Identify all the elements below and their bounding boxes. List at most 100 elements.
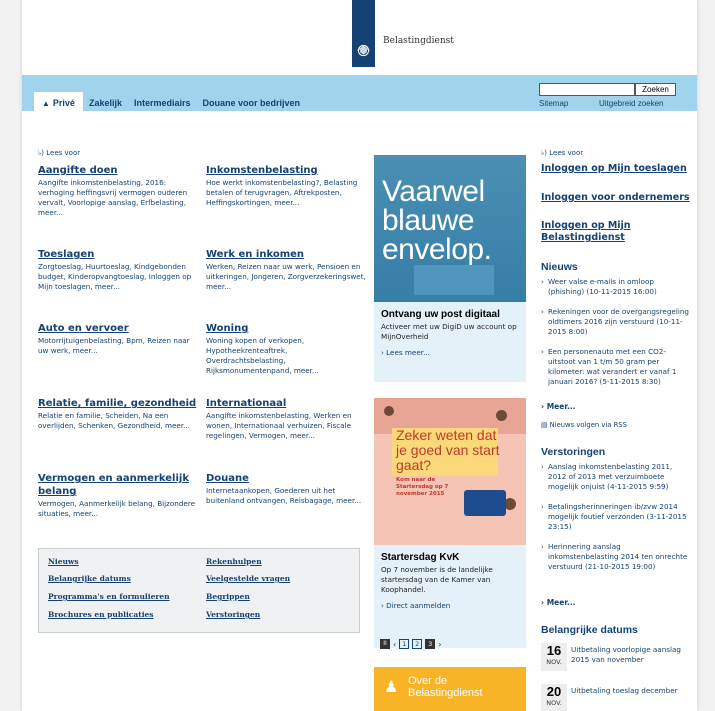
prev-arrow-icon[interactable]: ‹ [393,640,396,649]
news-item[interactable]: Weer valse e-mails in omloop (phishing) … [541,277,691,297]
news-item[interactable]: Rekeningen voor de overgangsregeling old… [541,307,691,337]
read-aloud-link[interactable]: ♭) Lees voor [38,149,80,157]
quick-link-begrippen[interactable]: Begrippen [206,592,250,601]
quick-link-vragen[interactable]: Veelgestelde vragen [206,574,290,583]
envelope-shape [414,265,494,295]
promo-text: Activeer met uw DigiD uw account op Mijn… [381,322,517,341]
login-ondernemers-link[interactable]: Inloggen voor ondernemers [541,192,691,204]
more-label: Meer... [546,598,576,607]
dates-heading: Belangrijke datums [541,624,638,636]
pause-button[interactable]: II [380,639,390,649]
block-toeslagen: Toeslagen Zorgtoeslag, Huurtoeslag, Kind… [38,248,200,292]
outages-more-link[interactable]: › Meer... [541,598,576,607]
outage-item[interactable]: Betalingsherinneringen ib/zvw 2014 mogel… [541,502,691,532]
read-aloud-label: Lees voor [549,149,584,157]
block-title[interactable]: Internationaal [206,397,368,410]
block-text: Vermogen, Aanmerkelijk belang, Bijzonder… [38,499,196,518]
date-text[interactable]: Uitbetaling toeslag december [571,686,691,696]
carousel-page-3[interactable]: 3 [425,639,436,649]
block-title[interactable]: Toeslagen [38,248,200,261]
promo-image: Zeker weten dat je goed van start gaat? … [374,398,526,545]
block-title[interactable]: Vermogen en aanmerkelijk belang [38,472,200,498]
block-title[interactable]: Relatie, familie, gezondheid [38,397,200,410]
block-inkomstenbelasting: Inkomstenbelasting Hoe werkt inkomstenbe… [206,164,368,208]
news-item[interactable]: Een personenauto met een CO2-uitstoot va… [541,347,691,387]
block-werk-inkomen: Werk en inkomen Werken, Reizen naar uw w… [206,248,368,292]
promo-image: Vaarwel blauwe envelop. [374,155,526,302]
kvk-badge [464,490,506,516]
news-heading: Nieuws [541,261,578,273]
block-text: Werken, Reizen naar uw werk, Pensioen en… [206,262,366,291]
carousel-page-2[interactable]: 2 [412,639,423,649]
block-title[interactable]: Auto en vervoer [38,322,200,335]
promo-link[interactable]: › Direct aanmelden [374,595,526,610]
carousel-controls: II ‹ 1 2 3 › [380,639,441,649]
promo-image-subtext: Kom naar de Startersdag op 7 november 20… [396,477,449,497]
quick-link-rekenhulpen[interactable]: Rekenhulpen [206,557,262,566]
login-toeslagen-link[interactable]: Inloggen op Mijn toeslagen [541,163,691,175]
promo-title: Ontvang uw post digitaal [381,309,500,320]
block-text: Zorgtoeslag, Huurtoeslag, Kindgebonden b… [38,262,192,291]
block-relatie: Relatie, familie, gezondheid Relatie en … [38,397,200,431]
read-aloud-link-right[interactable]: ♭) Lees voor [541,149,583,157]
login-mijn-link[interactable]: Inloggen op Mijn Belastingdienst [541,220,651,244]
block-title[interactable]: Inkomstenbelasting [206,164,368,177]
speaker-icon: ♭) [38,149,45,157]
promo-about[interactable]: ♟ Over de Belastingdienst [374,667,526,711]
block-text: Hoe werkt inkomstenbelasting?, Belasting… [206,178,358,207]
quick-link-brochures[interactable]: Brochures en publicaties [48,610,154,619]
block-text: Relatie en familie, Scheiden, Na een ove… [38,411,191,430]
promo-link-label: Lees meer... [386,348,430,357]
nav-tabs: ▲ Privé Zakelijk Intermediairs Douane voo… [34,92,306,111]
date-month: NOV. [546,699,562,707]
logo[interactable] [352,0,375,67]
advanced-search-link[interactable]: Uitgebreid zoeken [599,99,663,108]
quick-link-nieuws[interactable]: Nieuws [48,557,79,566]
search-input[interactable] [539,83,635,96]
home-icon: ▲ [42,99,50,108]
tab-douane[interactable]: Douane voor bedrijven [197,92,307,111]
tab-prive[interactable]: ▲ Privé [34,92,83,111]
promo-title: Startersdag KvK [381,552,460,563]
block-title[interactable]: Werk en inkomen [206,248,368,261]
date-text[interactable]: Uitbetaling voorlopige aanslag 2015 van … [571,645,691,665]
rss-icon: ▤ [541,421,548,429]
tab-intermediairs[interactable]: Intermediairs [128,92,197,111]
figure-shape [496,410,507,421]
promo-text: Op 7 november is de landelijke startersd… [381,565,493,594]
promo-link-label: Direct aanmelden [386,601,451,610]
date-day: 16 [546,643,562,658]
sitemap-link[interactable]: Sitemap [539,99,568,108]
next-arrow-icon[interactable]: › [438,640,441,649]
news-more-link[interactable]: › Meer... [541,402,576,411]
block-title[interactable]: Aangifte doen [38,164,200,177]
promo-link[interactable]: › Lees meer... [374,342,526,357]
block-douane: Douane Internetaankopen, Goederen uit he… [206,472,368,506]
org-name: Belastingdienst [383,36,454,46]
quick-link-verstoringen[interactable]: Verstoringen [206,610,260,619]
outage-item[interactable]: Herinnering aanslag inkomstenbelasting 2… [541,542,691,572]
date-month: NOV. [546,658,562,666]
quick-link-programmas[interactable]: Programma's en formulieren [48,592,170,601]
promo-startersdag[interactable]: Zeker weten dat je goed van start gaat? … [374,398,526,648]
carousel-page-1[interactable]: 1 [399,639,410,649]
block-title[interactable]: Woning [206,322,368,335]
person-icon: ♟ [384,677,399,696]
block-woning: Woning Woning kopen of verkopen, Hypothe… [206,322,368,376]
header: Belastingdienst [22,0,697,75]
block-title[interactable]: Douane [206,472,368,485]
promo-image-text: Vaarwel blauwe envelop. [382,175,492,266]
page: Belastingdienst ▲ Privé Zakelijk Intermed… [22,0,697,711]
search-button[interactable]: Zoeken [635,83,676,96]
quick-link-datums[interactable]: Belangrijke datums [48,574,131,583]
promo-image-text: Zeker weten dat je goed van start gaat? [396,427,500,473]
tab-zakelijk[interactable]: Zakelijk [83,92,128,111]
block-text: Aangifte inkomstenbelasting, 2016: verho… [38,178,188,217]
rss-link[interactable]: ▤ Nieuws volgen via RSS [541,421,627,429]
figure-shape [384,406,394,416]
outage-item[interactable]: Aanslag inkomstenbelasting 2011, 2012 of… [541,462,691,492]
outages-heading: Verstoringen [541,446,606,458]
block-aangifte: Aangifte doen Aangifte inkomstenbelastin… [38,164,200,218]
date-badge: 16 NOV. [541,643,567,671]
promo-digital-mail[interactable]: Vaarwel blauwe envelop. Ontvang uw post … [374,155,526,382]
